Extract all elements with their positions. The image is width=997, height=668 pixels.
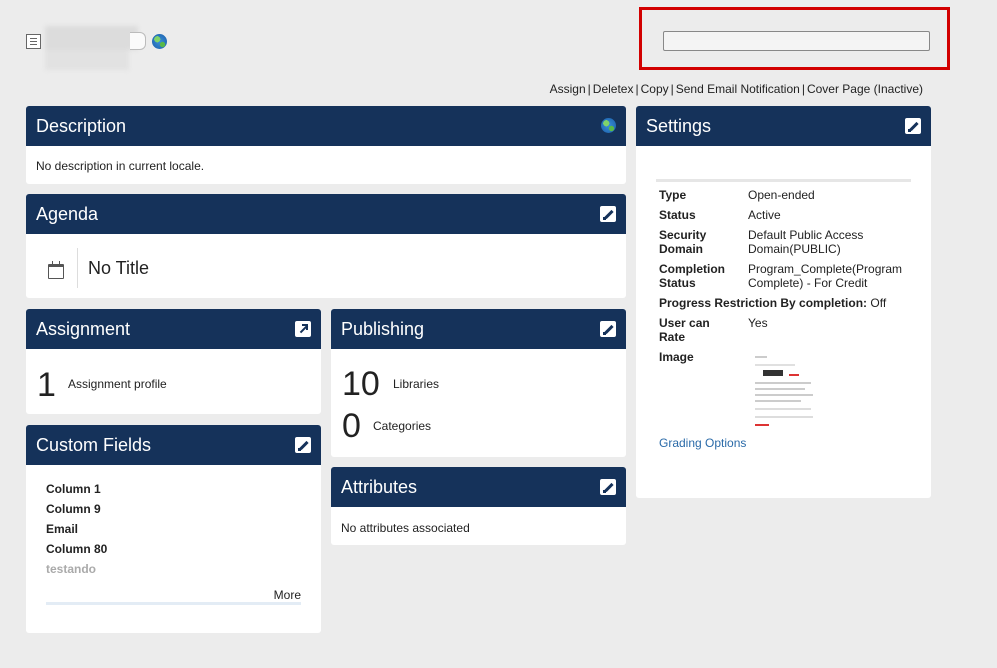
page-icon [26, 34, 41, 49]
libraries-label[interactable]: Libraries [393, 377, 439, 391]
agenda-title: Agenda [36, 204, 99, 224]
custom-fields-panel: Custom Fields Column 1 Column 9 Email Co… [26, 425, 321, 633]
title-pill [130, 32, 146, 50]
custom-field-item: testando [46, 562, 97, 576]
custom-fields-title: Custom Fields [36, 435, 152, 455]
completion-status-key: Completion Status [659, 262, 725, 290]
calendar-icon [48, 261, 64, 279]
highlighted-input[interactable] [663, 31, 930, 51]
blurred-title [45, 26, 138, 70]
attributes-text: No attributes associated [341, 521, 470, 535]
scroll-bar [46, 602, 301, 605]
user-can-rate-key: User can Rate [659, 316, 710, 344]
custom-field-item: Column 9 [46, 502, 101, 516]
publishing-panel: Publishing 10 Libraries 0 Categories [331, 309, 626, 457]
action-links: Assign | Deletex | Copy | Send Email Notificat… [549, 82, 923, 96]
libraries-count: 10 [342, 365, 380, 403]
cover-page-link[interactable]: Cover Page (Inactive) [807, 82, 923, 96]
expand-icon[interactable] [295, 321, 311, 337]
categories-label[interactable]: Categories [373, 419, 431, 433]
security-domain-value: Default Public Access Domain(PUBLIC) [748, 228, 864, 256]
assign-link[interactable]: Assign [550, 82, 586, 96]
edit-icon[interactable] [905, 118, 921, 134]
agenda-item-title[interactable]: No Title [88, 258, 149, 279]
publishing-title: Publishing [341, 319, 425, 339]
image-thumbnail[interactable] [749, 350, 823, 430]
description-title: Description [36, 116, 127, 136]
custom-field-item: Email [46, 522, 79, 536]
agenda-divider [77, 248, 78, 288]
custom-field-item: Column 80 [46, 542, 108, 556]
type-key: Type [659, 188, 687, 202]
status-value: Active [748, 208, 781, 222]
edit-icon[interactable] [600, 206, 616, 222]
description-text: No description in current locale. [36, 159, 205, 173]
status-key: Status [659, 208, 696, 222]
attributes-panel: Attributes No attributes associated [331, 467, 626, 545]
type-value: Open-ended [748, 188, 815, 202]
completion-status-value: Program_Complete(Program Complete) - For… [748, 262, 903, 290]
assignment-panel: Assignment 1 Assignment profile [26, 309, 321, 414]
image-key: Image [659, 350, 694, 364]
edit-icon[interactable] [600, 321, 616, 337]
progress-restriction-key: Progress Restriction By completion: [659, 296, 868, 310]
categories-count: 0 [342, 407, 361, 445]
custom-field-item: Column 1 [46, 482, 101, 496]
user-can-rate-value: Yes [748, 316, 768, 330]
copy-link[interactable]: Copy [641, 82, 669, 96]
assignment-title: Assignment [36, 319, 131, 339]
deletex-link[interactable]: Deletex [593, 82, 634, 96]
assignment-count: 1 [37, 366, 56, 404]
security-domain-key: Security Domain [659, 228, 707, 256]
grading-options-link[interactable]: Grading Options [659, 436, 746, 450]
more-link[interactable]: More [274, 588, 301, 602]
attributes-title: Attributes [341, 477, 418, 497]
description-panel: Description No description in current lo… [26, 106, 626, 184]
progress-restriction-value: Off [870, 296, 887, 310]
settings-panel: Settings Type Open-ended Status Active S… [636, 106, 931, 498]
assignment-label[interactable]: Assignment profile [68, 377, 167, 391]
settings-title: Settings [646, 116, 712, 136]
edit-icon[interactable] [600, 479, 616, 495]
agenda-panel: Agenda No Title [26, 194, 626, 298]
send-email-link[interactable]: Send Email Notification [676, 82, 800, 96]
globe-icon[interactable] [152, 34, 167, 49]
settings-divider [656, 179, 911, 182]
edit-icon[interactable] [295, 437, 311, 453]
locale-globe-icon[interactable] [601, 118, 616, 133]
